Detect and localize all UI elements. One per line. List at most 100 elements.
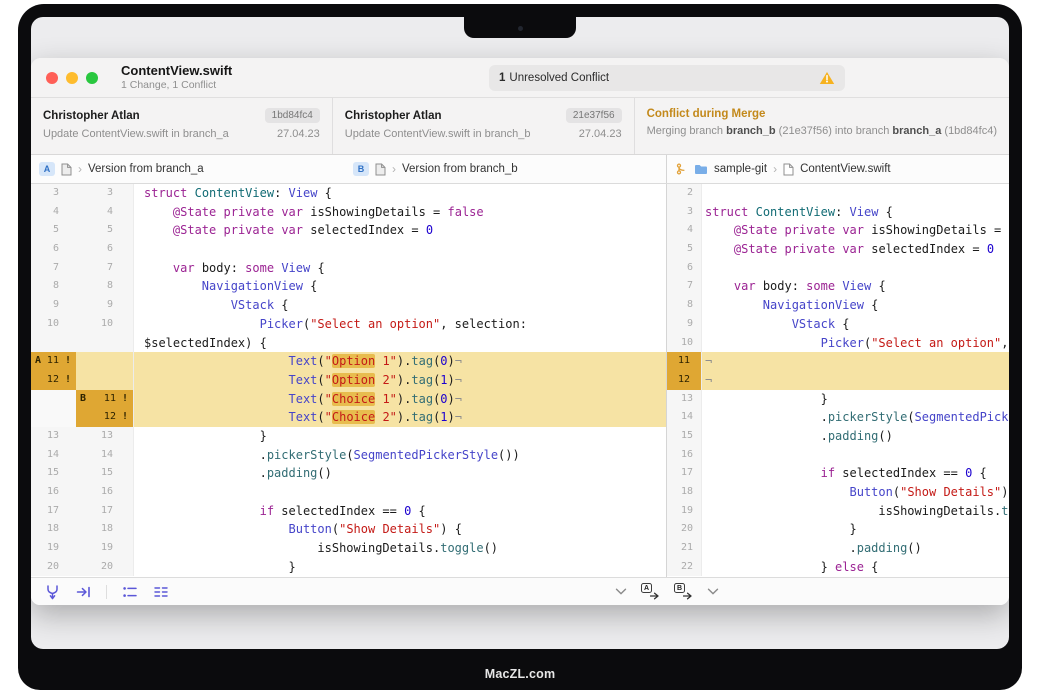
code-line[interactable]: if selectedIndex == 0 {	[702, 464, 1009, 483]
conflict-gutter-b[interactable]: B11!	[76, 390, 134, 409]
merge-view-icon[interactable]	[44, 584, 61, 600]
conflict-label: Unresolved Conflict	[509, 72, 609, 84]
filter-list-icon[interactable]	[153, 585, 169, 599]
conflict-gutter-a[interactable]: A11!	[31, 352, 76, 371]
line-number-b: 7	[76, 259, 134, 278]
take-a-button[interactable]: A	[641, 583, 660, 600]
code-line[interactable]: Text("Choice 1").tag(0)¬	[134, 390, 666, 409]
line-number: 10	[667, 334, 702, 353]
diff-row: 1919 isShowingDetails.toggle()	[31, 539, 666, 558]
diff-row: 77 var body: some View {	[31, 259, 666, 278]
code-line[interactable]: $selectedIndex) {	[134, 334, 666, 353]
code-line[interactable]: @State private var isShowingDetails = fa…	[702, 221, 1009, 240]
line-number-b: 5	[76, 221, 134, 240]
result-row: 18 Button("Show Details") {	[667, 483, 1009, 502]
commit-b-author: Christopher Atlan	[345, 110, 442, 122]
conflict-line-number[interactable]: 11	[667, 352, 702, 371]
code-line[interactable]: @State private var selectedIndex = 0	[134, 221, 666, 240]
merge-result-pane[interactable]: 23struct ContentView: View {4 @State pri…	[666, 184, 1009, 577]
chevron-separator: ›	[392, 162, 396, 176]
code-line[interactable]: struct ContentView: View {	[702, 203, 1009, 222]
code-line[interactable]: }	[134, 558, 666, 577]
watermark: MacZL.com	[18, 667, 1022, 681]
line-number-b: 8	[76, 277, 134, 296]
chevron-separator: ›	[78, 162, 82, 176]
line-number-b: 3	[76, 184, 134, 203]
code-line[interactable]: Picker("Select an option", selection: $s…	[702, 334, 1009, 353]
code-line[interactable]: if selectedIndex == 0 {	[134, 502, 666, 521]
diff-row: 88 NavigationView {	[31, 277, 666, 296]
code-line[interactable]: Picker("Select an option", selection:	[134, 315, 666, 334]
code-line[interactable]: ¬	[702, 371, 1009, 390]
code-line[interactable]: isShowingDetails.toggle()	[134, 539, 666, 558]
line-number: 19	[667, 502, 702, 521]
take-b-button[interactable]: B	[674, 583, 693, 600]
collapse-chevron-icon[interactable]	[615, 588, 627, 595]
breadcrumb-result[interactable]: sample-git › ContentView.swift	[666, 155, 1009, 183]
line-number-b: 6	[76, 240, 134, 259]
window-titlebar: ContentView.swift 1 Change, 1 Conflict 1…	[31, 58, 1009, 98]
merge-message: Merging branch branch_b (21e37f56) into …	[647, 125, 997, 137]
version-a-badge: A	[39, 162, 55, 176]
code-line[interactable]: }	[702, 520, 1009, 539]
diff-row: 66	[31, 240, 666, 259]
code-line[interactable]	[702, 446, 1009, 465]
conflict-gutter-a[interactable]: 12!	[31, 371, 76, 390]
unresolved-conflict-badge: 1 Unresolved Conflict	[489, 65, 845, 91]
code-line[interactable]: .padding()	[134, 464, 666, 483]
code-line[interactable]: Text("Choice 2").tag(1)¬	[134, 408, 666, 427]
collapse-chevron-icon[interactable]	[707, 588, 719, 595]
result-row: 12¬	[667, 371, 1009, 390]
code-line[interactable]: var body: some View {	[134, 259, 666, 278]
result-row: 13 }	[667, 390, 1009, 409]
line-number: 3	[667, 203, 702, 222]
conflict-count: 1	[499, 72, 505, 84]
line-number-a	[31, 334, 76, 353]
next-conflict-icon[interactable]	[76, 585, 91, 599]
laptop-frame: ContentView.swift 1 Change, 1 Conflict 1…	[18, 4, 1022, 690]
code-line[interactable]	[702, 184, 1009, 203]
line-number-a: 20	[31, 558, 76, 577]
warning-icon	[819, 71, 835, 85]
close-button[interactable]	[46, 72, 58, 84]
line-number: 17	[667, 464, 702, 483]
code-line[interactable]: Button("Show Details") {	[702, 483, 1009, 502]
code-line[interactable]: @State private var isShowingDetails = fa…	[134, 203, 666, 222]
minimize-button[interactable]	[66, 72, 78, 84]
code-line[interactable]: } else {	[702, 558, 1009, 577]
code-line[interactable]: ¬	[702, 352, 1009, 371]
code-line[interactable]: struct ContentView: View {	[134, 184, 666, 203]
code-line[interactable]: NavigationView {	[134, 277, 666, 296]
document-icon	[783, 163, 794, 176]
code-line[interactable]: isShowingDetails.toggle()	[702, 502, 1009, 521]
code-line[interactable]: .pickerStyle(SegmentedPickerStyle())	[702, 408, 1009, 427]
code-line[interactable]: VStack {	[134, 296, 666, 315]
code-line[interactable]: .padding()	[702, 427, 1009, 446]
hunk-list-icon[interactable]	[122, 585, 138, 599]
conflict-gutter-b[interactable]: 12!	[76, 408, 134, 427]
combined-diff-pane[interactable]: 33struct ContentView: View {44 @State pr…	[31, 184, 666, 577]
code-line[interactable]: .pickerStyle(SegmentedPickerStyle())	[134, 446, 666, 465]
diff-row: A11! Text("Option 1").tag(0)¬	[31, 352, 666, 371]
screen: ContentView.swift 1 Change, 1 Conflict 1…	[31, 17, 1009, 649]
code-line[interactable]: var body: some View {	[702, 277, 1009, 296]
code-line[interactable]: VStack {	[702, 315, 1009, 334]
line-number-b: 9	[76, 296, 134, 315]
code-line[interactable]: @State private var selectedIndex = 0	[702, 240, 1009, 259]
code-line[interactable]: NavigationView {	[702, 296, 1009, 315]
breadcrumb-version-a[interactable]: A › Version from branch_a	[39, 155, 204, 183]
conflict-line-number[interactable]: 12	[667, 371, 702, 390]
code-line[interactable]: .padding()	[702, 539, 1009, 558]
breadcrumb-version-b[interactable]: B › Version from branch_b	[353, 155, 518, 183]
code-line[interactable]: Text("Option 2").tag(1)¬	[134, 371, 666, 390]
code-line[interactable]: }	[702, 390, 1009, 409]
code-line[interactable]	[134, 240, 666, 259]
code-line[interactable]: }	[134, 427, 666, 446]
gutter	[31, 390, 76, 409]
code-line[interactable]	[702, 259, 1009, 278]
code-line[interactable]: Text("Option 1").tag(0)¬	[134, 352, 666, 371]
code-line[interactable]: Button("Show Details") {	[134, 520, 666, 539]
zoom-button[interactable]	[86, 72, 98, 84]
line-number-b: 13	[76, 427, 134, 446]
code-line[interactable]	[134, 483, 666, 502]
